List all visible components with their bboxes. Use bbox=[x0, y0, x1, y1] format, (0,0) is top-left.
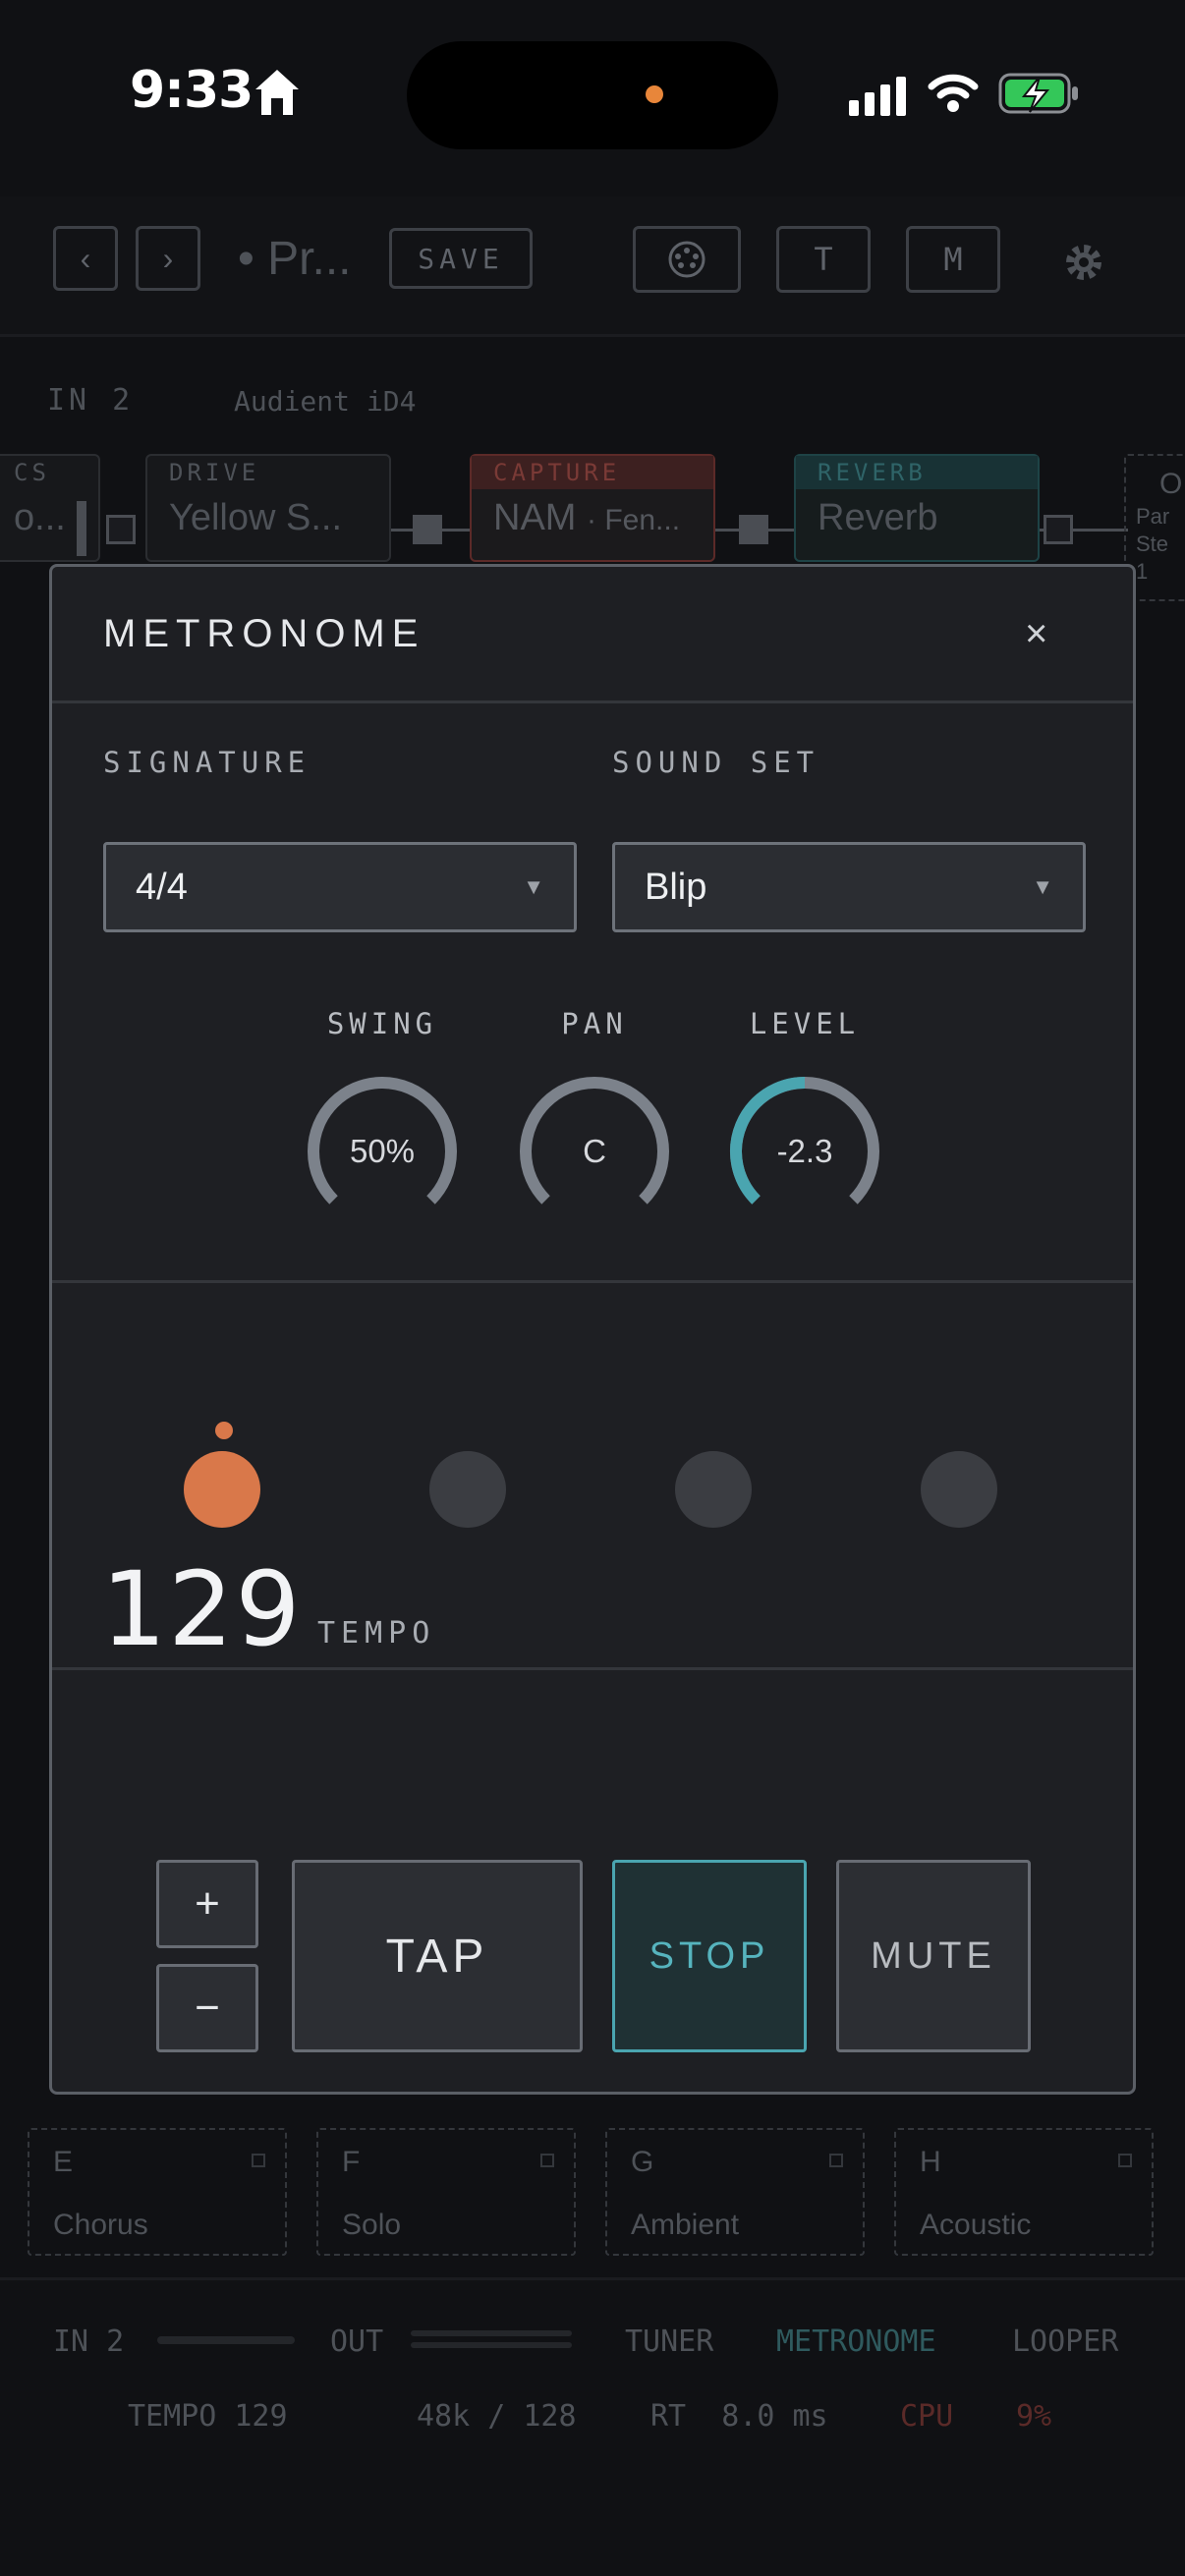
tempo-increase-button[interactable]: + bbox=[156, 1860, 258, 1948]
slot-f[interactable]: F Solo bbox=[316, 2128, 576, 2256]
stop-button[interactable]: STOP bbox=[612, 1860, 807, 2052]
stats-cpu-label: CPU bbox=[900, 2399, 954, 2434]
bottom-in-label: IN 2 bbox=[53, 2324, 125, 2359]
chain-connector[interactable] bbox=[1044, 515, 1073, 544]
chain-block-reverb[interactable]: REVERB Reverb bbox=[794, 454, 1040, 562]
midi-icon bbox=[668, 241, 705, 278]
swing-label: SWING bbox=[326, 1007, 438, 1040]
sound-set-label: SOUND SET bbox=[612, 746, 820, 779]
mute-button[interactable]: MUTE bbox=[836, 1860, 1031, 2052]
stats-cpu-value: 9% bbox=[1016, 2399, 1052, 2434]
pan-knob[interactable]: C bbox=[511, 1068, 678, 1235]
tempo-value: 129 bbox=[101, 1549, 303, 1669]
chain-block-capture[interactable]: CAPTURE NAM · Fen... bbox=[470, 454, 715, 562]
gear-icon[interactable] bbox=[1061, 240, 1106, 285]
midi-button[interactable] bbox=[633, 226, 741, 293]
tuner-tab[interactable]: TUNER bbox=[625, 2324, 713, 2359]
tempo-label: TEMPO bbox=[317, 1616, 436, 1651]
modal-title: METRONOME bbox=[103, 612, 425, 655]
beat-indicator-2 bbox=[429, 1451, 506, 1528]
beat-indicator-4 bbox=[921, 1451, 997, 1528]
chain-block-drive[interactable]: DRIVE Yellow S... bbox=[145, 454, 391, 562]
signature-label: SIGNATURE bbox=[103, 746, 311, 779]
looper-tab[interactable]: LOOPER bbox=[1012, 2324, 1118, 2359]
preset-name[interactable]: • Pr... bbox=[238, 232, 352, 286]
prev-preset-button[interactable]: ‹ bbox=[53, 226, 118, 291]
t-button[interactable]: T bbox=[776, 226, 871, 293]
chevron-down-icon: ▼ bbox=[1032, 874, 1053, 899]
swing-knob[interactable]: 50% bbox=[299, 1068, 466, 1235]
level-knob[interactable]: -2.3 bbox=[721, 1068, 888, 1235]
downbeat-marker bbox=[215, 1422, 233, 1439]
m-button[interactable]: M bbox=[906, 226, 1000, 293]
sound-set-select[interactable]: Blip ▼ bbox=[612, 842, 1086, 932]
beat-indicator-3 bbox=[675, 1451, 752, 1528]
slot-g[interactable]: G Ambient bbox=[605, 2128, 865, 2256]
chain-connector[interactable] bbox=[413, 515, 442, 544]
signature-select[interactable]: 4/4 ▼ bbox=[103, 842, 577, 932]
next-preset-button[interactable]: › bbox=[136, 226, 200, 291]
stats-rate: 48k / 128 bbox=[417, 2399, 577, 2434]
chain-connector[interactable] bbox=[106, 515, 136, 544]
chain-connector[interactable] bbox=[739, 515, 768, 544]
metronome-modal: METRONOME × SIGNATURE SOUND SET 4/4 ▼ Bl… bbox=[49, 564, 1136, 2095]
beat-indicator-1 bbox=[184, 1451, 260, 1528]
input-label: IN 2 bbox=[47, 383, 135, 418]
pan-label: PAN bbox=[561, 1007, 628, 1040]
input-meter bbox=[157, 2336, 295, 2344]
tap-tempo-button[interactable]: TAP bbox=[292, 1860, 583, 2052]
metronome-tab[interactable]: METRONOME bbox=[776, 2324, 936, 2359]
tempo-decrease-button[interactable]: − bbox=[156, 1964, 258, 2052]
level-label: LEVEL bbox=[749, 1007, 861, 1040]
slot-h[interactable]: H Acoustic bbox=[894, 2128, 1154, 2256]
stats-tempo: TEMPO 129 bbox=[128, 2399, 288, 2434]
save-button[interactable]: SAVE bbox=[389, 228, 533, 289]
close-icon[interactable]: × bbox=[1025, 612, 1047, 656]
input-device: Audient iD4 bbox=[234, 385, 417, 418]
bottom-out-label: OUT bbox=[330, 2324, 384, 2359]
chevron-down-icon: ▼ bbox=[523, 874, 544, 899]
stats-rt: RT 8.0 ms bbox=[650, 2399, 828, 2434]
slot-e[interactable]: E Chorus bbox=[28, 2128, 287, 2256]
